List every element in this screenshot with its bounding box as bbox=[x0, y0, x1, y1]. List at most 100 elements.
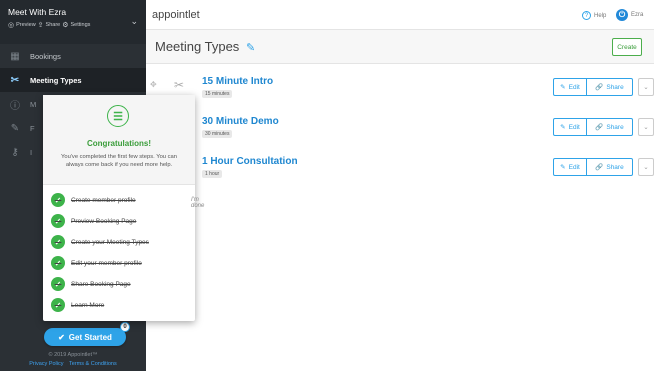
step-label: Preview Booking Page bbox=[71, 217, 137, 225]
user-label: Ezra bbox=[631, 12, 644, 18]
page-title-text: Meeting Types bbox=[155, 39, 240, 54]
link-icon: 🔗 bbox=[595, 124, 604, 131]
meeting-type-row: 30 Minute Demo 30 minutes ✎ Edit 🔗 Share… bbox=[146, 110, 654, 150]
check-icon: ✓ bbox=[51, 214, 65, 228]
sidebar-item-label: I bbox=[30, 147, 33, 157]
key-icon: ⚷ bbox=[11, 146, 19, 158]
share-label: Share bbox=[606, 163, 624, 171]
edit-button[interactable]: ✎ Edit bbox=[553, 78, 587, 96]
sidebar-item-label: F bbox=[30, 123, 35, 133]
eye-icon: ◎ bbox=[8, 22, 15, 29]
edit-button[interactable]: ✎ Edit bbox=[553, 118, 587, 136]
edit-icon: ✎ bbox=[10, 122, 20, 134]
account-actions: ◎ Preview ⇪ Share ⚙ Settings bbox=[8, 21, 138, 29]
top-bar: appointlet ? Help ⏻ Ezra bbox=[146, 0, 654, 30]
chevron-down-icon: ⌄ bbox=[643, 84, 649, 91]
checklist-icon: ☰ bbox=[107, 105, 129, 127]
edit-label: Edit bbox=[568, 163, 580, 171]
meeting-type-row: 1 Hour Consultation 1 hour ✎ Edit 🔗 Shar… bbox=[146, 150, 654, 190]
notification-badge: 0 bbox=[120, 322, 130, 332]
checklist-step[interactable]: ✓ Edit your member profile bbox=[51, 255, 142, 271]
step-label: Create member profile bbox=[71, 196, 136, 204]
brand-logo: appointlet bbox=[152, 9, 200, 21]
check-icon: ✓ bbox=[51, 277, 65, 291]
share-button[interactable]: 🔗 Share bbox=[587, 78, 633, 96]
edit-label: Edit bbox=[568, 123, 580, 131]
user-menu[interactable]: ⏻ Ezra bbox=[616, 9, 643, 21]
privacy-link[interactable]: Privacy Policy bbox=[29, 361, 63, 367]
preview-link[interactable]: Preview bbox=[16, 22, 36, 28]
sidebar-footer: © 2019 Appointlet™ Privacy Policy Terms … bbox=[0, 352, 146, 367]
edit-button[interactable]: ✎ Edit bbox=[553, 158, 587, 176]
sidebar-item-label: M bbox=[30, 99, 37, 109]
check-icon: ✓ bbox=[51, 256, 65, 270]
meeting-type-name[interactable]: 1 Hour Consultation bbox=[202, 156, 298, 167]
get-started-label: Get Started bbox=[68, 332, 112, 342]
copyright-text: © 2019 Appointlet™ bbox=[48, 352, 98, 358]
meeting-type-name[interactable]: 30 Minute Demo bbox=[202, 116, 279, 127]
meeting-type-row: ✥ ✂ 15 Minute Intro 15 minutes ✎ Edit 🔗 … bbox=[146, 70, 654, 110]
terms-link[interactable]: Terms & Conditions bbox=[69, 361, 117, 367]
edit-icon: ✎ bbox=[560, 84, 566, 91]
duration-badge: 30 minutes bbox=[202, 130, 233, 138]
edit-icon: ✎ bbox=[560, 164, 566, 171]
check-circle-icon: ✔ bbox=[58, 332, 65, 342]
step-label: Create your Meeting Types bbox=[71, 238, 149, 246]
share-label: Share bbox=[606, 83, 624, 91]
check-icon: ✓ bbox=[51, 298, 65, 312]
check-icon: ✓ bbox=[51, 235, 65, 249]
link-icon: 🔗 bbox=[595, 164, 604, 171]
sidebar-item-label: Bookings bbox=[30, 51, 61, 61]
settings-link[interactable]: Settings bbox=[71, 22, 91, 28]
congrats-title: Congratulations! bbox=[87, 139, 151, 148]
step-label: Learn More bbox=[71, 301, 105, 309]
sidebar-item-bookings[interactable]: ▦ Bookings bbox=[0, 44, 146, 68]
share-label: Share bbox=[606, 123, 624, 131]
account-name: Meet With Ezra bbox=[8, 7, 67, 17]
sidebar-item-label: Meeting Types bbox=[30, 75, 82, 85]
step-label: Edit your member profile bbox=[71, 259, 142, 267]
im-done-link[interactable]: I'm done bbox=[191, 197, 204, 209]
share-icon: ⇪ bbox=[37, 22, 44, 29]
share-link[interactable]: Share bbox=[46, 22, 61, 28]
duration-badge: 1 hour bbox=[202, 170, 223, 178]
check-icon: ✓ bbox=[51, 193, 65, 207]
checklist-step[interactable]: ✓ Learn More bbox=[51, 297, 104, 313]
create-button[interactable]: Create bbox=[612, 38, 642, 56]
calendar-icon: ▦ bbox=[10, 50, 20, 62]
more-dropdown-button[interactable]: ⌄ bbox=[638, 118, 654, 136]
meeting-type-name[interactable]: 15 Minute Intro bbox=[202, 76, 273, 87]
help-label: Help bbox=[594, 12, 607, 19]
checklist-step[interactable]: ✓ Share Booking Page bbox=[51, 276, 131, 292]
drag-handle-icon[interactable]: ✥ bbox=[150, 80, 157, 89]
more-dropdown-button[interactable]: ⌄ bbox=[638, 78, 654, 96]
chevron-down-icon: ⌄ bbox=[643, 164, 649, 171]
chevron-down-icon: ⌄ bbox=[643, 124, 649, 131]
get-started-button[interactable]: ✔ Get Started 0 bbox=[44, 322, 130, 346]
page-header: Meeting Types ✎ Create bbox=[146, 30, 654, 64]
help-button[interactable]: ? Help bbox=[582, 11, 606, 20]
question-icon: ? bbox=[582, 11, 591, 20]
chevron-down-icon[interactable]: ⌄ bbox=[130, 16, 138, 27]
info-icon: ⓘ bbox=[10, 100, 20, 112]
more-dropdown-button[interactable]: ⌄ bbox=[638, 158, 654, 176]
page-title: Meeting Types ✎ bbox=[155, 39, 255, 54]
share-button[interactable]: 🔗 Share bbox=[587, 158, 633, 176]
link-icon: 🔗 bbox=[595, 84, 604, 91]
tools-icon: ✂ bbox=[174, 78, 185, 92]
congrats-message: You've completed the first few steps. Yo… bbox=[61, 154, 177, 168]
checklist-step[interactable]: ✓ Preview Booking Page bbox=[51, 213, 136, 229]
tools-icon: ✂ bbox=[10, 74, 20, 86]
getting-started-popover: ☰ Congratulations! You've completed the … bbox=[43, 95, 204, 321]
gear-icon: ⚙ bbox=[62, 22, 69, 29]
edit-icon: ✎ bbox=[560, 124, 566, 131]
edit-label: Edit bbox=[568, 83, 580, 91]
edit-icon[interactable]: ✎ bbox=[246, 42, 255, 54]
account-header[interactable]: Meet With Ezra ◎ Preview ⇪ Share ⚙ Setti… bbox=[0, 0, 146, 44]
sidebar-item-meeting-types[interactable]: ✂ Meeting Types bbox=[0, 68, 146, 92]
checklist-step[interactable]: ✓ Create member profile bbox=[51, 192, 136, 208]
share-button[interactable]: 🔗 Share bbox=[587, 118, 633, 136]
duration-badge: 15 minutes bbox=[202, 90, 233, 98]
checklist-step[interactable]: ✓ Create your Meeting Types bbox=[51, 234, 149, 250]
power-icon: ⏻ bbox=[616, 9, 628, 21]
